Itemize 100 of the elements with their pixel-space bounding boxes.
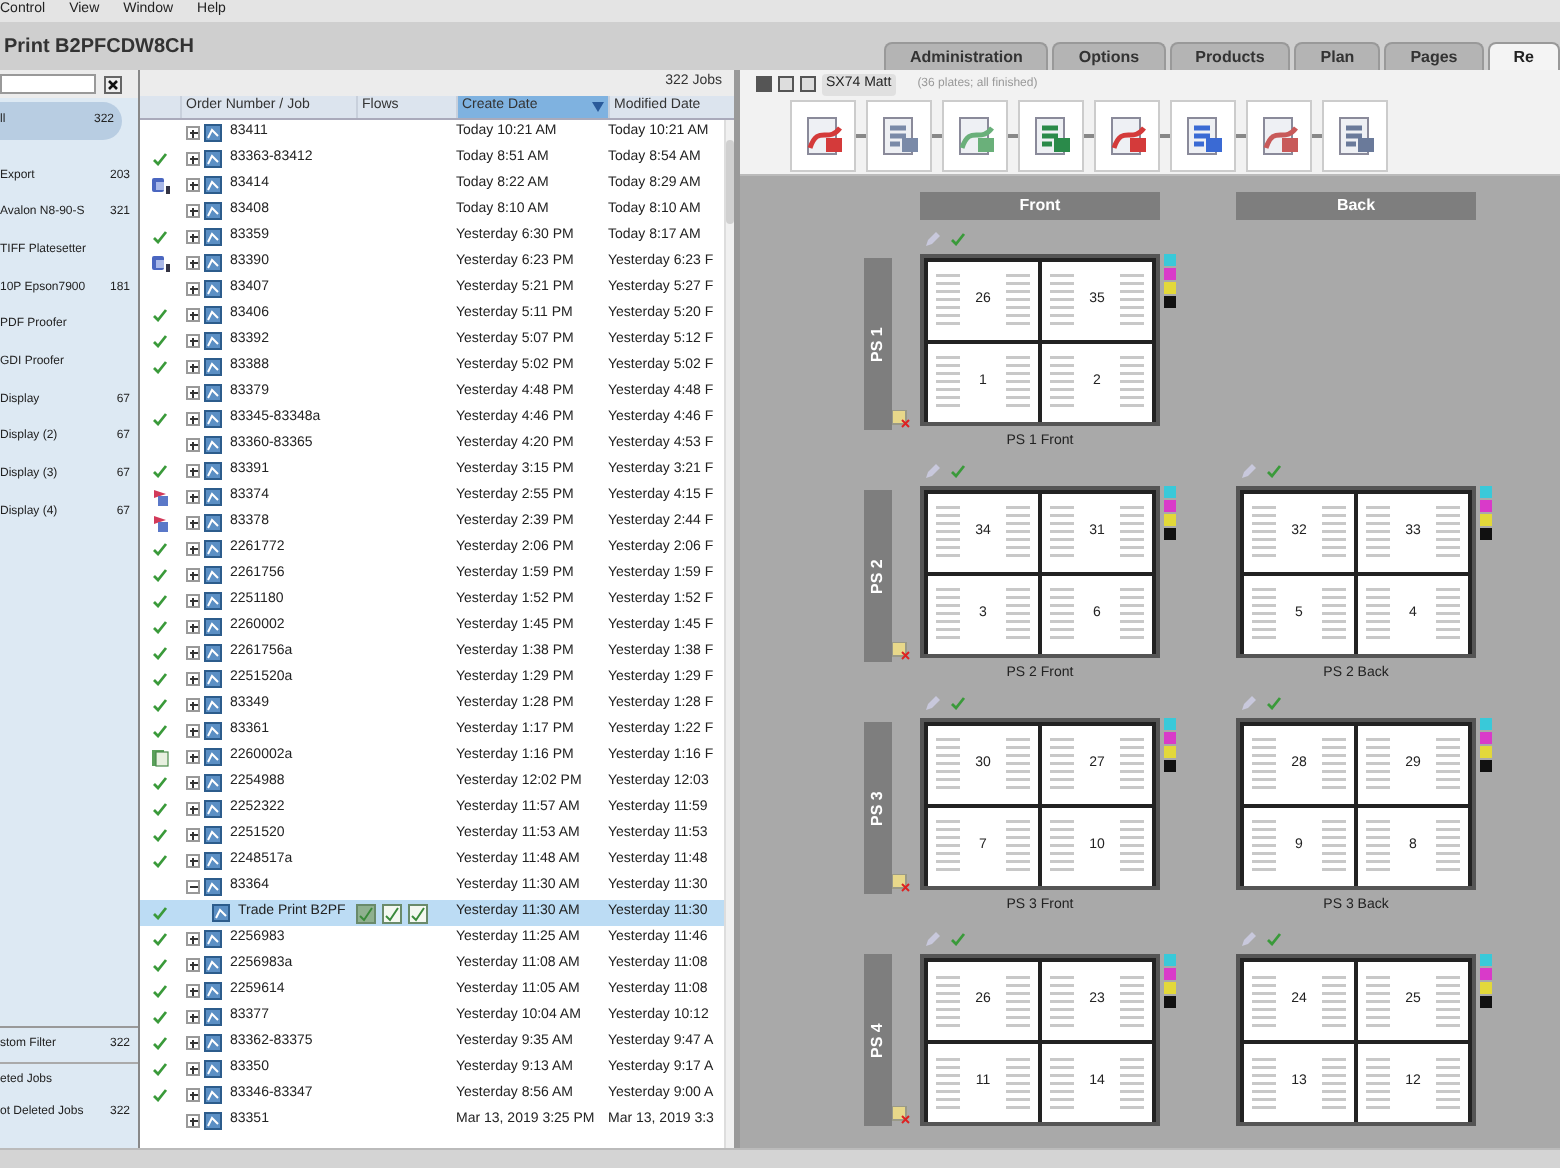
expand-icon[interactable] (186, 334, 200, 348)
job-icon (204, 436, 222, 454)
workflow-step[interactable] (866, 100, 932, 173)
flow-icon[interactable] (356, 903, 376, 923)
expand-icon[interactable] (186, 152, 200, 166)
workflow-step[interactable] (1322, 100, 1388, 173)
job-icon (204, 150, 222, 168)
expand-icon[interactable] (186, 1088, 200, 1102)
ink-status-icon (1164, 253, 1178, 313)
expand-icon[interactable] (186, 126, 200, 140)
expand-icon[interactable] (186, 750, 200, 764)
workflow-step[interactable] (790, 100, 856, 173)
expand-icon[interactable] (186, 776, 200, 790)
text-lines-drawing (1048, 352, 1076, 412)
workflow-step[interactable] (1094, 100, 1160, 173)
text-lines-drawing (1364, 502, 1392, 562)
note-icon[interactable] (892, 874, 910, 892)
job-icon (204, 306, 222, 324)
expand-icon[interactable] (186, 282, 200, 296)
note-icon[interactable] (892, 642, 910, 660)
expand-icon[interactable] (186, 360, 200, 374)
text-lines-drawing (1250, 584, 1278, 644)
expand-icon[interactable] (186, 932, 200, 946)
job-icon (204, 826, 222, 844)
tab[interactable]: Pages (1384, 42, 1484, 70)
expand-icon[interactable] (186, 412, 200, 426)
workflow-step[interactable] (1018, 100, 1084, 173)
workflow-step[interactable] (1246, 100, 1312, 173)
expand-icon[interactable] (186, 464, 200, 478)
check-icon (950, 696, 966, 711)
job-icon (204, 930, 222, 948)
job-icon (204, 800, 222, 818)
job-icon (204, 202, 222, 220)
expand-icon[interactable] (186, 828, 200, 842)
text-lines-drawing (1117, 734, 1146, 794)
text-lines-drawing (1250, 734, 1278, 794)
search-field[interactable] (0, 74, 96, 94)
text-lines-drawing (934, 584, 962, 644)
expand-icon[interactable] (186, 1010, 200, 1024)
expand-icon[interactable] (186, 984, 200, 998)
device-icon (149, 175, 171, 195)
window-title: Print B2PFCDW8CH (4, 33, 197, 61)
job-icon (204, 462, 222, 480)
expand-icon[interactable] (186, 958, 200, 972)
ink-status-icon (1164, 954, 1178, 1014)
job-icon (204, 332, 222, 350)
expand-icon[interactable] (186, 256, 200, 270)
collapse-icon[interactable] (186, 880, 200, 894)
expand-icon[interactable] (186, 230, 200, 244)
job-icon (204, 774, 222, 792)
text-lines-drawing (1433, 734, 1462, 794)
text-lines-drawing (1048, 584, 1076, 644)
check-icon (1266, 464, 1282, 479)
expand-icon[interactable] (186, 594, 200, 608)
expand-icon[interactable] (186, 620, 200, 634)
text-lines-drawing (1434, 816, 1462, 876)
expand-icon[interactable] (186, 490, 200, 504)
clear-icon[interactable] (104, 75, 122, 93)
expand-icon[interactable] (186, 854, 200, 868)
expand-icon[interactable] (186, 1062, 200, 1076)
workflow-step[interactable] (942, 100, 1008, 173)
ink-status-icon (1164, 717, 1178, 777)
expand-icon[interactable] (186, 178, 200, 192)
note-icon[interactable] (892, 1106, 910, 1124)
text-lines-drawing (934, 816, 962, 876)
text-lines-drawing (1250, 502, 1278, 562)
expand-icon[interactable] (186, 568, 200, 582)
tab[interactable]: Plan (1294, 42, 1381, 70)
text-lines-drawing (1319, 734, 1348, 794)
flow-icon[interactable] (382, 903, 402, 923)
tab[interactable]: Administration (883, 42, 1049, 70)
scrollbar[interactable] (724, 120, 734, 1148)
expand-icon[interactable] (186, 438, 200, 452)
text-lines-drawing (1117, 971, 1146, 1031)
expand-icon[interactable] (186, 308, 200, 322)
expand-icon[interactable] (186, 802, 200, 816)
expand-icon[interactable] (186, 386, 200, 400)
text-lines-drawing (1364, 816, 1392, 876)
workflow-step[interactable] (1170, 100, 1236, 173)
expand-icon[interactable] (186, 204, 200, 218)
check-icon (152, 230, 168, 244)
sheet-label: PS 1 (864, 258, 892, 430)
text-lines-drawing (1250, 816, 1278, 876)
flow-icon[interactable] (408, 903, 428, 923)
expand-icon[interactable] (186, 698, 200, 712)
tab[interactable]: Re (1487, 42, 1560, 70)
expand-icon[interactable] (186, 672, 200, 686)
job-icon (212, 904, 230, 922)
tab[interactable]: Products (1169, 42, 1291, 70)
expand-icon[interactable] (186, 1114, 200, 1128)
tab[interactable]: Options (1052, 42, 1166, 70)
expand-icon[interactable] (186, 646, 200, 660)
text-lines-drawing (1004, 1053, 1032, 1113)
job-icon (204, 176, 222, 194)
expand-icon[interactable] (186, 1036, 200, 1050)
text-lines-drawing (1117, 270, 1146, 330)
expand-icon[interactable] (186, 516, 200, 530)
expand-icon[interactable] (186, 724, 200, 738)
note-icon[interactable] (892, 410, 910, 428)
expand-icon[interactable] (186, 542, 200, 556)
